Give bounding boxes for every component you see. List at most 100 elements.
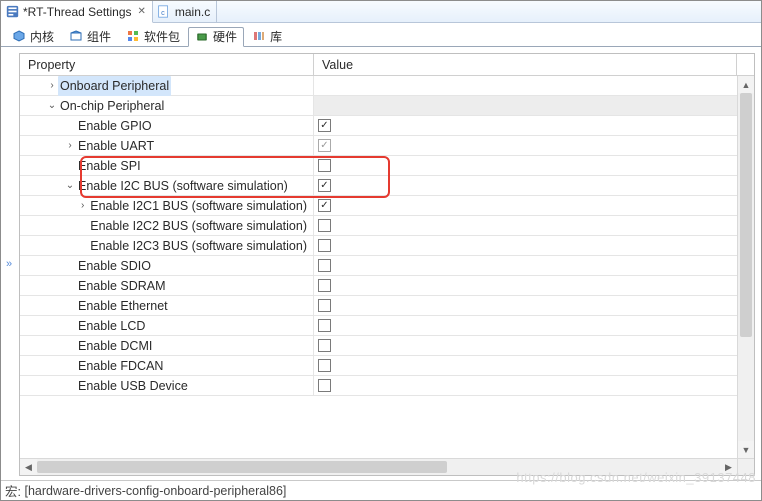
checkbox[interactable]: [318, 119, 331, 132]
vertical-scrollbar[interactable]: ▲ ▼: [737, 76, 754, 458]
value-cell[interactable]: [314, 276, 754, 296]
value-cell[interactable]: [314, 336, 754, 356]
item-enable-spi[interactable]: Enable SPI: [20, 156, 754, 176]
chevron-down-icon[interactable]: ⌄: [46, 96, 58, 116]
status-bar: 宏: [hardware-drivers-config-onboard-peri…: [1, 480, 761, 500]
item-enable-fdcan[interactable]: Enable FDCAN: [20, 356, 754, 376]
tree-item-label: Enable I2C1 BUS (software simulation): [88, 196, 309, 216]
tree-item-label: Enable I2C BUS (software simulation): [76, 176, 290, 196]
value-cell[interactable]: [314, 316, 754, 336]
value-cell[interactable]: [314, 176, 754, 196]
property-cell[interactable]: Enable USB Device: [20, 376, 314, 396]
property-cell[interactable]: Enable I2C3 BUS (software simulation): [20, 236, 314, 256]
value-cell[interactable]: [314, 216, 754, 236]
column-value[interactable]: Value: [314, 54, 737, 75]
property-cell[interactable]: ⌄On-chip Peripheral: [20, 96, 314, 116]
tab-packages[interactable]: 软件包: [119, 26, 187, 46]
tree-item-label: Enable Ethernet: [76, 296, 170, 316]
horizontal-scrollbar[interactable]: ◀ ▶: [20, 458, 737, 475]
c-file-icon: c: [157, 5, 171, 19]
scroll-track[interactable]: [37, 459, 720, 475]
scroll-down-icon[interactable]: ▼: [738, 441, 754, 458]
value-cell[interactable]: [314, 356, 754, 376]
value-cell[interactable]: [314, 296, 754, 316]
checkbox[interactable]: [318, 359, 331, 372]
property-cell[interactable]: ›Enable UART: [20, 136, 314, 156]
scroll-corner: [737, 458, 754, 475]
property-cell[interactable]: Enable DCMI: [20, 336, 314, 356]
tree-item-label: Enable LCD: [76, 316, 147, 336]
editor-tab-bar: *RT-Thread Settings ✕ c main.c: [1, 1, 761, 23]
property-cell[interactable]: Enable I2C2 BUS (software simulation): [20, 216, 314, 236]
value-cell[interactable]: [314, 156, 754, 176]
scroll-thumb[interactable]: [37, 461, 447, 473]
item-enable-usb-device[interactable]: Enable USB Device: [20, 376, 754, 396]
value-cell[interactable]: [314, 196, 754, 216]
editor-tab-label: *RT-Thread Settings: [23, 5, 132, 19]
checkbox[interactable]: [318, 259, 331, 272]
column-property[interactable]: Property: [20, 54, 314, 75]
item-enable-sdio[interactable]: Enable SDIO: [20, 256, 754, 276]
checkbox[interactable]: [318, 239, 331, 252]
editor-tab-rtthread-settings[interactable]: *RT-Thread Settings ✕: [1, 1, 153, 23]
item-onchip-peripheral[interactable]: ⌄On-chip Peripheral: [20, 96, 754, 116]
item-enable-i2c3-bus[interactable]: Enable I2C3 BUS (software simulation): [20, 236, 754, 256]
item-enable-uart[interactable]: ›Enable UART: [20, 136, 754, 156]
checkbox[interactable]: [318, 159, 331, 172]
scroll-thumb[interactable]: [740, 93, 752, 337]
item-onboard-peripheral[interactable]: ›Onboard Peripheral: [20, 76, 754, 96]
item-enable-i2c-bus[interactable]: ⌄Enable I2C BUS (software simulation): [20, 176, 754, 196]
value-cell[interactable]: [314, 76, 754, 96]
chevron-right-icon[interactable]: ›: [46, 76, 58, 96]
tab-kernel[interactable]: 内核: [5, 26, 61, 46]
scroll-track[interactable]: [738, 93, 754, 441]
chevron-down-icon[interactable]: ⌄: [64, 176, 76, 196]
property-cell[interactable]: Enable Ethernet: [20, 296, 314, 316]
value-cell[interactable]: [314, 376, 754, 396]
scroll-left-icon[interactable]: ◀: [20, 459, 37, 475]
checkbox[interactable]: [318, 199, 331, 212]
scroll-right-icon[interactable]: ▶: [720, 459, 737, 475]
property-cell[interactable]: Enable FDCAN: [20, 356, 314, 376]
property-cell[interactable]: ⌄Enable I2C BUS (software simulation): [20, 176, 314, 196]
checkbox[interactable]: [318, 139, 331, 152]
item-enable-i2c2-bus[interactable]: Enable I2C2 BUS (software simulation): [20, 216, 754, 236]
item-enable-ethernet[interactable]: Enable Ethernet: [20, 296, 754, 316]
editor-tab-main-c[interactable]: c main.c: [153, 1, 217, 22]
grid-icon: [126, 29, 140, 43]
property-cell[interactable]: Enable SDRAM: [20, 276, 314, 296]
checkbox[interactable]: [318, 379, 331, 392]
tab-library[interactable]: 库: [245, 26, 289, 46]
value-cell[interactable]: [314, 136, 754, 156]
expand-handle[interactable]: »: [3, 254, 15, 274]
tree-item-label: On-chip Peripheral: [58, 96, 166, 116]
checkbox[interactable]: [318, 339, 331, 352]
chevron-right-icon[interactable]: ›: [64, 136, 76, 156]
value-cell[interactable]: [314, 96, 754, 116]
tab-label: 硬件: [213, 28, 237, 45]
property-cell[interactable]: Enable SDIO: [20, 256, 314, 276]
value-cell[interactable]: [314, 256, 754, 276]
property-cell[interactable]: Enable LCD: [20, 316, 314, 336]
item-enable-sdram[interactable]: Enable SDRAM: [20, 276, 754, 296]
checkbox[interactable]: [318, 279, 331, 292]
value-cell[interactable]: [314, 116, 754, 136]
item-enable-lcd[interactable]: Enable LCD: [20, 316, 754, 336]
item-enable-gpio[interactable]: Enable GPIO: [20, 116, 754, 136]
close-icon[interactable]: ✕: [136, 6, 146, 17]
scroll-up-icon[interactable]: ▲: [738, 76, 754, 93]
property-cell[interactable]: Enable GPIO: [20, 116, 314, 136]
property-cell[interactable]: ›Onboard Peripheral: [20, 76, 314, 96]
property-cell[interactable]: ›Enable I2C1 BUS (software simulation): [20, 196, 314, 216]
property-cell[interactable]: Enable SPI: [20, 156, 314, 176]
chevron-right-icon[interactable]: ›: [77, 196, 88, 216]
checkbox[interactable]: [318, 299, 331, 312]
tab-components[interactable]: 组件: [62, 26, 118, 46]
checkbox[interactable]: [318, 319, 331, 332]
checkbox[interactable]: [318, 179, 331, 192]
item-enable-dcmi[interactable]: Enable DCMI: [20, 336, 754, 356]
checkbox[interactable]: [318, 219, 331, 232]
item-enable-i2c1-bus[interactable]: ›Enable I2C1 BUS (software simulation): [20, 196, 754, 216]
value-cell[interactable]: [314, 236, 754, 256]
tab-hardware[interactable]: 硬件: [188, 27, 244, 47]
